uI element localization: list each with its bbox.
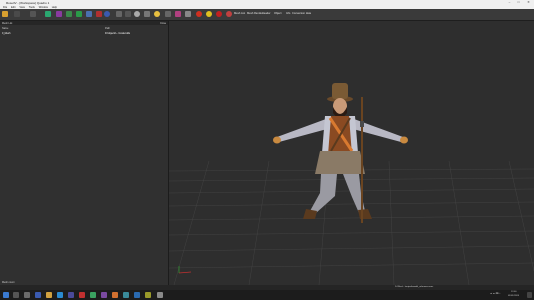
sphere-icon[interactable] <box>104 11 110 17</box>
render-icon[interactable] <box>175 11 181 17</box>
mesh-list-button[interactable]: Mesh List <box>234 12 245 15</box>
3d-viewport[interactable] <box>169 21 534 285</box>
system-tray: ▲ ☁ ⌨ ♪ <box>490 293 501 295</box>
eye-icon[interactable] <box>134 11 140 17</box>
explorer-icon[interactable] <box>46 292 52 298</box>
panel-close-button[interactable]: Close <box>160 22 166 25</box>
grid-icon[interactable] <box>66 11 72 17</box>
star-icon[interactable] <box>206 11 212 17</box>
active-app-icon[interactable] <box>157 292 163 298</box>
tool-icon-2[interactable] <box>165 11 171 17</box>
mesh-icon[interactable] <box>45 11 51 17</box>
scale-icon[interactable] <box>116 11 122 17</box>
browser-icon[interactable] <box>57 292 63 298</box>
delete-icon[interactable] <box>226 11 232 17</box>
window-title: Rose3V - [Workspace] Quadro 1 <box>6 0 50 5</box>
open-folder-icon[interactable] <box>2 11 8 17</box>
green-cube-icon[interactable] <box>76 11 82 17</box>
save-icon[interactable] <box>14 11 20 17</box>
object-button[interactable]: Object <box>274 12 282 15</box>
app-icon-2[interactable] <box>68 292 74 298</box>
panel-header: Mesh List Close <box>0 21 168 25</box>
mesh-item-name[interactable]: 0_Mesh <box>2 32 11 35</box>
notification-icon[interactable] <box>527 292 532 298</box>
light-icon[interactable] <box>154 11 160 17</box>
mesh-list-panel: Mesh List Close Name Path 0_Mesh D:\obje… <box>0 21 169 285</box>
mesh-item-path[interactable]: D:\objects\...\model.dds <box>105 32 130 35</box>
status-text: D:\Files\...\output\model_reference.zms <box>395 286 434 288</box>
toolbar: Mesh List Mesh Render Header Object Info… <box>0 9 534 21</box>
windows-taskbar: ▲ ☁ ⌨ ♪ 12:00 01/01/2024 <box>0 290 534 300</box>
record-icon[interactable] <box>196 11 202 17</box>
conversion-data-button[interactable]: Conversion data <box>292 12 311 15</box>
move-icon[interactable] <box>125 11 131 17</box>
search-icon[interactable] <box>13 292 19 298</box>
mesh-render-button[interactable]: Mesh Render <box>247 12 263 15</box>
panel-title: Mesh List <box>2 21 13 25</box>
clock-date: 01/01/2024 <box>508 295 519 297</box>
camera-icon[interactable] <box>144 11 150 17</box>
task-view-icon[interactable] <box>24 292 30 298</box>
tool-icon[interactable] <box>30 11 36 17</box>
red-cube-icon[interactable] <box>96 11 102 17</box>
header-button[interactable]: Header <box>262 12 271 15</box>
stop-icon[interactable] <box>216 11 222 17</box>
info-button[interactable]: Info <box>286 12 290 15</box>
viewport-canvas[interactable] <box>169 21 534 285</box>
column-header-name[interactable]: Name <box>2 27 8 30</box>
texture-toggle-icon[interactable] <box>185 11 191 17</box>
app-icon-9[interactable] <box>145 292 151 298</box>
app-icon-4[interactable] <box>90 292 96 298</box>
app-icon-1[interactable] <box>35 292 41 298</box>
column-header-path[interactable]: Path <box>105 27 110 30</box>
app-icon-3[interactable] <box>79 292 85 298</box>
app-icon-6[interactable] <box>112 292 118 298</box>
app-icon-7[interactable] <box>123 292 129 298</box>
blue-cube-icon[interactable] <box>86 11 92 17</box>
texture-icon[interactable] <box>56 11 62 17</box>
app-icon-5[interactable] <box>101 292 107 298</box>
start-icon[interactable] <box>3 292 9 298</box>
panel-footer: Mesh count <box>2 281 15 284</box>
clock-time: 12:00 <box>511 291 517 293</box>
app-icon-8[interactable] <box>134 292 140 298</box>
